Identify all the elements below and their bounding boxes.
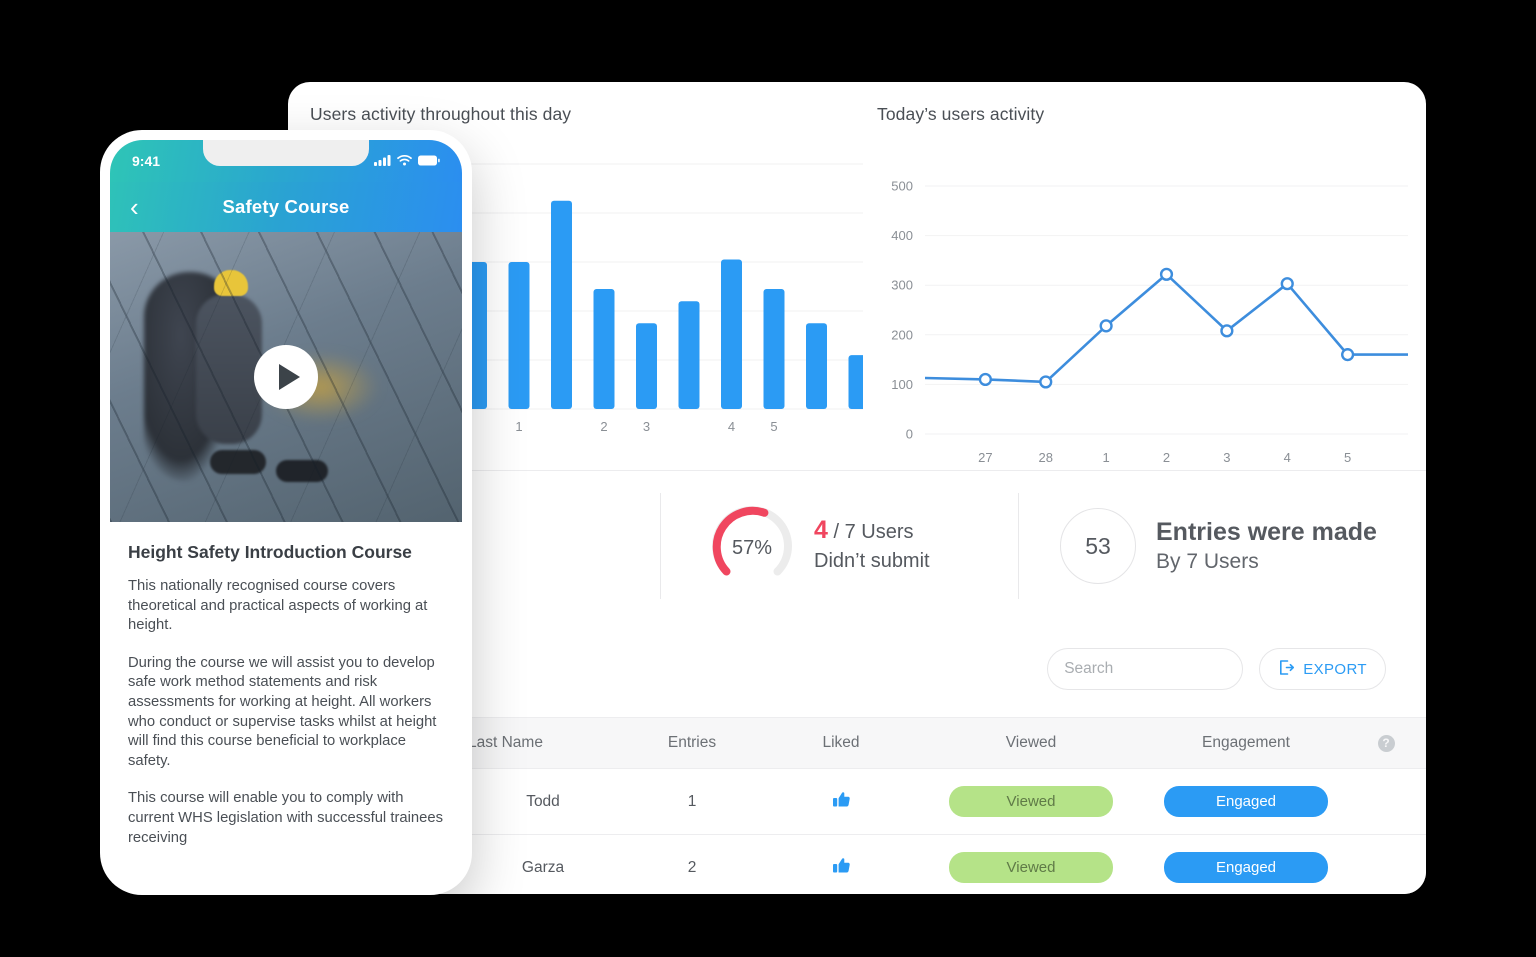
line-chart-panel: Today’s users activity 0 100 200 300 400 500 2… xyxy=(863,82,1426,470)
line-x-tick: 28 xyxy=(1039,450,1053,465)
stat-entries: 53 Entries were made By 7 Users xyxy=(1018,471,1426,621)
viewed-badge[interactable]: Viewed xyxy=(949,852,1113,883)
entries-count-circle: 53 xyxy=(1060,508,1136,584)
search-box[interactable] xyxy=(1047,648,1284,690)
cell-last-name: Garza xyxy=(468,834,618,894)
bar[interactable] xyxy=(721,259,742,409)
phone-mockup: 9:41 ‹ Safety Course Height Safety Intro… xyxy=(100,130,472,895)
line-y-tick: 500 xyxy=(891,179,913,194)
line-chart-plot: 0 100 200 300 400 500 27 28 1 2 3 4 5 xyxy=(863,144,1426,470)
phone-notch xyxy=(203,140,369,166)
header-viewed[interactable]: Viewed xyxy=(916,717,1146,769)
cell-engagement: Engaged xyxy=(1146,768,1346,835)
help-icon[interactable]: ? xyxy=(1377,735,1395,752)
play-button[interactable] xyxy=(254,345,318,409)
cell-engagement: Engaged xyxy=(1146,834,1346,894)
bar[interactable] xyxy=(848,355,870,409)
line-y-tick: 400 xyxy=(891,228,913,243)
line-marker[interactable] xyxy=(978,372,992,387)
course-content: Height Safety Introduction Course This n… xyxy=(110,522,462,848)
line-y-tick: 200 xyxy=(891,327,913,342)
line-x-tick: 5 xyxy=(1344,450,1351,465)
line-x-tick: 2 xyxy=(1163,450,1170,465)
line-marker[interactable] xyxy=(1159,267,1174,281)
line-marker[interactable] xyxy=(1039,375,1053,389)
bar-x-tick: 5 xyxy=(770,419,777,434)
header-liked[interactable]: Liked xyxy=(766,717,916,769)
header-last-name[interactable]: Last Name xyxy=(468,717,618,769)
bar-x-tick: 3 xyxy=(643,419,650,434)
export-icon xyxy=(1278,659,1295,680)
course-paragraph-3: This course will enable you to comply wi… xyxy=(128,790,443,846)
bar-x-tick: 2 xyxy=(600,419,607,434)
cellular-signal-icon xyxy=(374,153,391,169)
entries-subtitle: By 7 Users xyxy=(1156,549,1259,573)
viewed-badge[interactable]: Viewed xyxy=(949,786,1113,817)
header-help: ? xyxy=(1346,717,1426,769)
not-submitted-of: / 7 Users xyxy=(833,521,914,543)
not-submitted-caption: Didn’t submit xyxy=(814,550,930,572)
bar[interactable] xyxy=(508,262,530,409)
line-x-tick: 27 xyxy=(978,450,992,465)
header-engagement[interactable]: Engagement xyxy=(1146,717,1346,769)
line-y-tick: 0 xyxy=(906,427,913,442)
line-x-tick: 3 xyxy=(1223,450,1230,465)
cell-entries: 2 xyxy=(618,834,766,894)
bar[interactable] xyxy=(593,288,615,409)
course-paragraph-2: During the course we will assist you to … xyxy=(128,654,437,769)
engaged-badge[interactable]: Engaged xyxy=(1164,786,1328,817)
cell-liked[interactable] xyxy=(766,768,916,835)
phone-nav-title: Safety Course xyxy=(222,196,350,217)
status-time: 9:41 xyxy=(132,153,161,169)
bar[interactable] xyxy=(806,323,827,409)
bar-x-tick: 1 xyxy=(515,419,522,434)
cell-viewed: Viewed xyxy=(916,768,1146,835)
export-label: EXPORT xyxy=(1303,660,1367,678)
line-chart-title: Today’s users activity xyxy=(877,104,1045,124)
line-x-tick: 4 xyxy=(1284,450,1291,465)
course-title: Height Safety Introduction Course xyxy=(128,542,412,562)
course-video[interactable] xyxy=(110,232,462,522)
line-marker[interactable] xyxy=(1341,348,1355,362)
line-x-tick: 1 xyxy=(1103,450,1110,465)
cell-spacer xyxy=(1346,834,1426,894)
engaged-badge[interactable]: Engaged xyxy=(1164,852,1328,883)
phone-status-bar: 9:41 xyxy=(110,140,462,182)
line-series xyxy=(924,273,1408,384)
cell-viewed: Viewed xyxy=(916,834,1146,894)
bar[interactable] xyxy=(678,301,700,409)
wifi-icon xyxy=(397,153,412,169)
export-button[interactable]: EXPORT xyxy=(1259,648,1386,690)
line-marker[interactable] xyxy=(1220,324,1234,338)
bar-chart-title: Users activity throughout this day xyxy=(310,104,572,124)
submission-gauge: 57% xyxy=(708,502,796,590)
bar[interactable] xyxy=(551,200,572,409)
search-input[interactable] xyxy=(1062,659,1267,679)
cell-liked[interactable] xyxy=(766,834,916,894)
stat-not-submitted: 57% 4 / 7 Users Didn’t submit xyxy=(660,471,1018,621)
play-icon xyxy=(278,364,300,390)
course-paragraph-1: This nationally recognised course covers… xyxy=(128,578,428,634)
cell-entries: 1 xyxy=(618,768,766,835)
line-marker[interactable] xyxy=(1280,277,1294,291)
line-y-tick: 100 xyxy=(891,377,913,392)
back-arrow-icon[interactable]: ‹ xyxy=(130,194,139,220)
not-submitted-count: 4 xyxy=(814,516,828,544)
line-marker[interactable] xyxy=(1099,319,1113,333)
battery-icon xyxy=(418,153,440,169)
cell-spacer xyxy=(1346,768,1426,835)
phone-nav-bar: ‹ Safety Course xyxy=(110,182,462,232)
gauge-percent: 57% xyxy=(731,536,773,559)
thumbs-up-icon[interactable] xyxy=(832,791,851,813)
bar[interactable] xyxy=(763,288,785,409)
line-y-tick: 300 xyxy=(891,278,913,293)
bar[interactable] xyxy=(636,323,657,409)
bar-x-tick: 4 xyxy=(728,419,735,434)
entries-title: Entries were made xyxy=(1156,517,1377,546)
phone-screen: 9:41 ‹ Safety Course Height Safety Intro… xyxy=(110,140,462,885)
header-entries[interactable]: Entries xyxy=(618,717,766,769)
thumbs-up-icon[interactable] xyxy=(832,857,851,879)
line-chart-svg: 0 100 200 300 400 500 27 28 1 2 3 4 5 xyxy=(891,179,1408,465)
cell-last-name: Todd xyxy=(468,768,618,835)
